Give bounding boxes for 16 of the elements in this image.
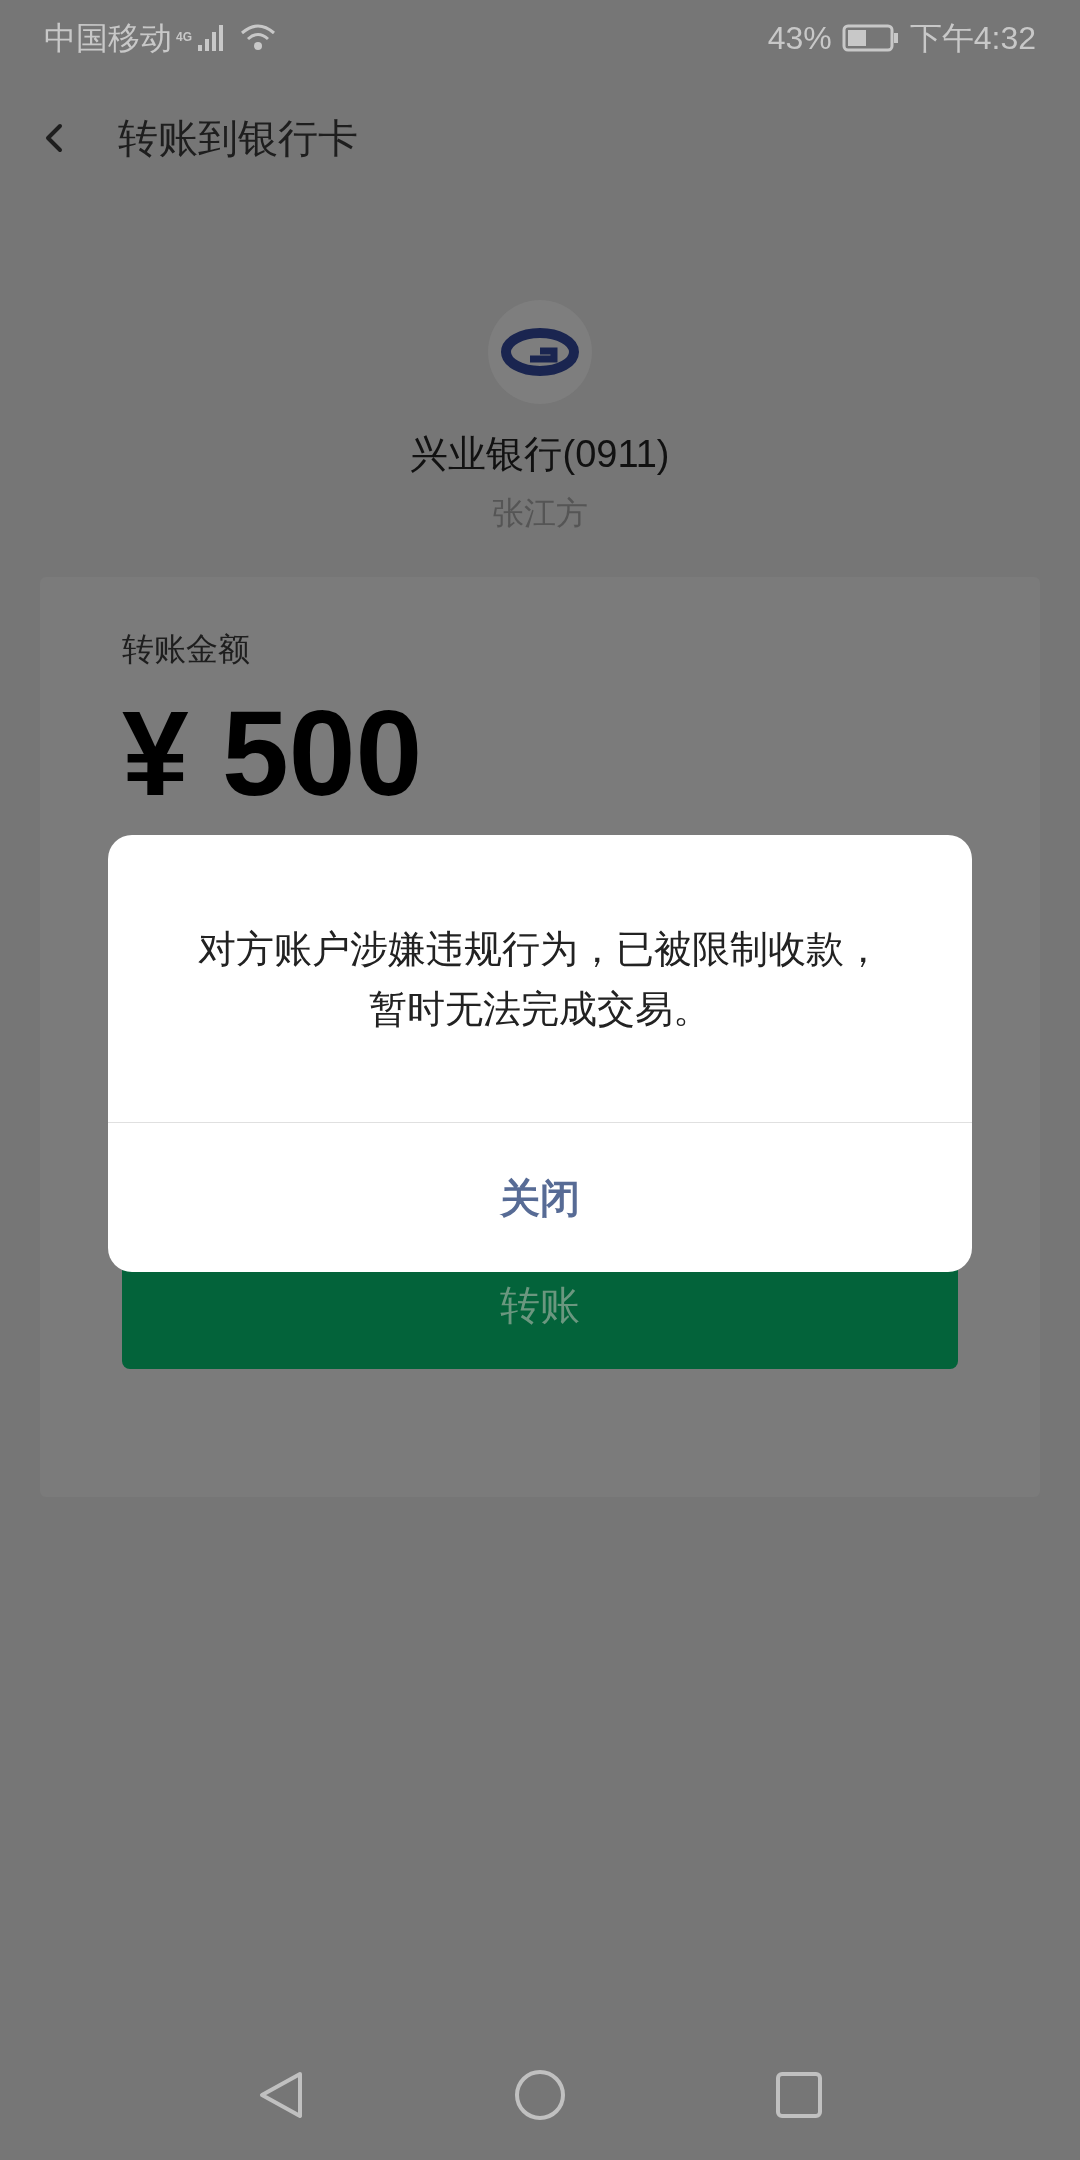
amount-value[interactable]: ¥ 500 xyxy=(122,693,958,813)
network-type: 4G xyxy=(176,28,192,46)
dialog-message: 对方账户涉嫌违规行为，已被限制收款，暂时无法完成交易。 xyxy=(197,926,883,1032)
bank-logo-icon xyxy=(500,327,580,377)
bank-name: 兴业银行(0911) xyxy=(410,432,670,477)
page-title: 转账到银行卡 xyxy=(118,114,358,162)
wifi-icon xyxy=(240,22,276,53)
home-nav-icon[interactable] xyxy=(514,2069,566,2121)
back-nav-icon[interactable] xyxy=(258,2070,304,2120)
battery-icon xyxy=(841,23,900,52)
clock: 下午4:32 xyxy=(909,18,1036,58)
recents-nav-icon[interactable] xyxy=(776,2072,822,2118)
battery-percent: 43% xyxy=(767,18,832,58)
carrier-name: 中国移动 xyxy=(44,18,172,58)
signal-icon xyxy=(196,22,226,53)
amount-label: 转账金额 xyxy=(122,630,251,669)
